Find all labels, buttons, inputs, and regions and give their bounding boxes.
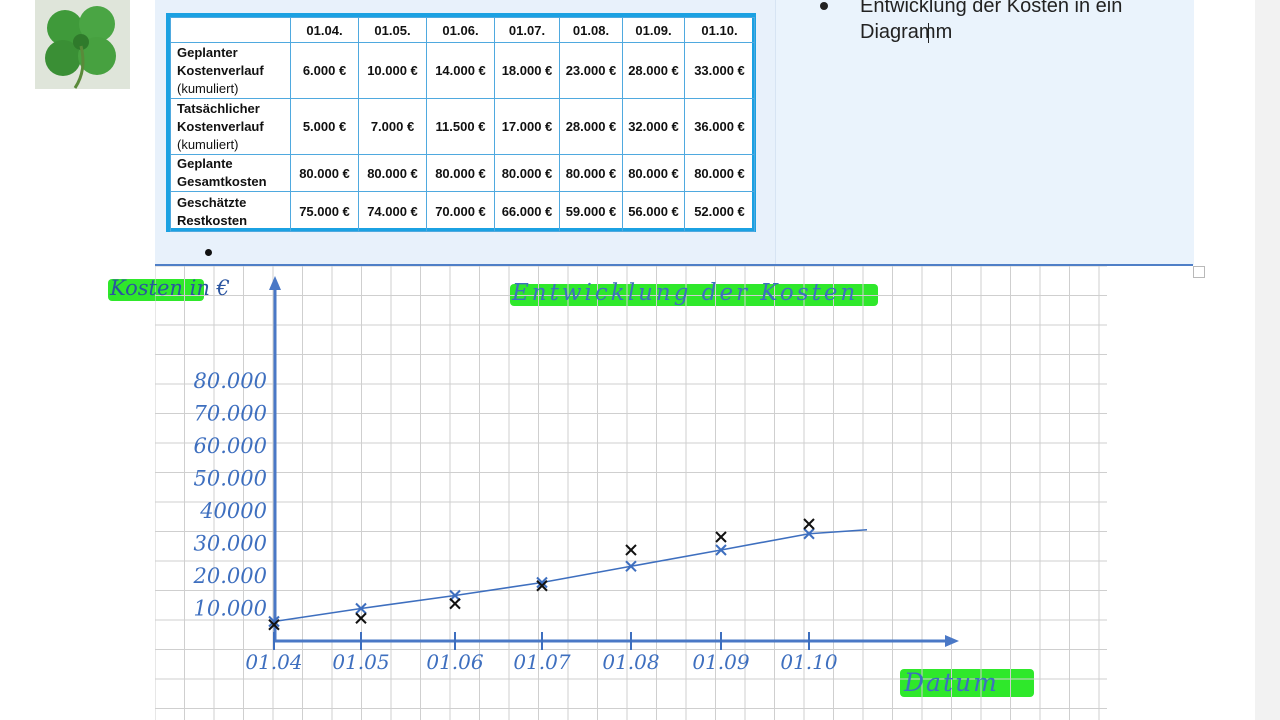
cost-table: 01.04. 01.05. 01.06. 01.07. 01.08. 01.09… <box>166 13 756 232</box>
chart-xlabel: Datum <box>904 668 999 697</box>
chart-title: Entwicklung der Kosten <box>512 280 859 306</box>
y-tick-label: 20.000 <box>193 564 267 588</box>
y-tick-label: 40000 <box>199 499 267 523</box>
x-tick-label: 01.09 <box>692 650 750 674</box>
y-tick-label: 70.000 <box>194 402 267 426</box>
table-row: Geplanter Kostenverlauf (kumuliert) 6.000… <box>170 42 755 99</box>
table-cell: 80.000 € <box>290 154 359 192</box>
text-cursor <box>928 22 930 43</box>
y-tick-label: 80.000 <box>194 369 267 393</box>
table-header-date: 01.07. <box>494 17 560 43</box>
y-axis-arrow <box>269 276 281 290</box>
resize-handle[interactable] <box>1193 266 1205 278</box>
table-cell: 80.000 € <box>684 154 755 192</box>
row-label: Geschätzte Restkosten <box>170 191 291 232</box>
task-bullet-line-1: Entwicklung der Kosten in ein <box>860 0 1123 17</box>
table-header-date: 01.09. <box>622 17 685 43</box>
table-cell: 28.000 € <box>622 42 685 99</box>
table-cell: 80.000 € <box>426 154 495 192</box>
table-cell: 7.000 € <box>358 98 427 155</box>
chart-ylabel: Kosten in € <box>110 276 230 300</box>
table-cell: 66.000 € <box>494 191 560 232</box>
table-cell: 6.000 € <box>290 42 359 99</box>
y-tick-label: 50.000 <box>194 467 267 491</box>
table-cell: 80.000 € <box>494 154 560 192</box>
table-cell: 17.000 € <box>494 98 560 155</box>
table-row: Geplante Gesamtkosten 80.000 € 80.000 € … <box>170 154 755 192</box>
y-tick-label: 30.000 <box>194 532 267 556</box>
table-header-date: 01.06. <box>426 17 495 43</box>
table-cell: 32.000 € <box>622 98 685 155</box>
table-cell: 11.500 € <box>426 98 495 155</box>
table-cell: 59.000 € <box>559 191 623 232</box>
x-tick-label: 01.08 <box>602 650 659 674</box>
table-cell: 28.000 € <box>559 98 623 155</box>
table-cell: 80.000 € <box>622 154 685 192</box>
row-label: Tatsächlicher Kostenverlauf (kumuliert) <box>170 98 291 155</box>
table-cell: 80.000 € <box>559 154 623 192</box>
clover-image <box>35 0 130 89</box>
table-row: Tatsächlicher Kostenverlauf (kumuliert) 5… <box>170 98 755 155</box>
table-header-date: 01.10. <box>684 17 755 43</box>
table-cell: 80.000 € <box>358 154 427 192</box>
x-tick-label: 01.05 <box>332 650 389 674</box>
row-label: Geplanter Kostenverlauf (kumuliert) <box>170 42 291 99</box>
table-cell: 23.000 € <box>559 42 623 99</box>
y-tick-label: 60.000 <box>194 434 267 458</box>
table-cell: 75.000 € <box>290 191 359 232</box>
x-tick-label: 01.04 <box>245 650 302 674</box>
bullet-icon <box>820 2 828 10</box>
table-header-date: 01.05. <box>358 17 427 43</box>
row-label: Geplante Gesamtkosten <box>170 154 291 192</box>
table-corner-cell <box>170 17 291 43</box>
table-row: Geschätzte Restkosten 75.000 € 74.000 € … <box>170 191 755 232</box>
y-tick-label: 10.000 <box>194 597 267 621</box>
task-bullet-line-2: Diagramm <box>860 21 953 43</box>
table-header-date: 01.08. <box>559 17 623 43</box>
empty-bullet-icon <box>205 249 212 256</box>
table-cell: 18.000 € <box>494 42 560 99</box>
page-right-margin <box>1255 0 1280 720</box>
table-cell: 56.000 € <box>622 191 685 232</box>
x-tick-label: 01.10 <box>780 650 838 674</box>
x-tick-label: 01.06 <box>426 650 484 674</box>
table-cell: 36.000 € <box>684 98 755 155</box>
table-header-date: 01.04. <box>290 17 359 43</box>
table-cell: 10.000 € <box>358 42 427 99</box>
table-cell: 52.000 € <box>684 191 755 232</box>
page-left-margin <box>0 0 155 720</box>
task-bullet-text: Entwicklung der Kosten in ein Diagramm <box>860 0 1122 45</box>
table-cell: 5.000 € <box>290 98 359 155</box>
table-cell: 74.000 € <box>358 191 427 232</box>
chart-svg: 10.000 20.000 30.000 40000 50.000 60.000 70.00… <box>155 266 1107 720</box>
table-cell: 33.000 € <box>684 42 755 99</box>
table-cell: 70.000 € <box>426 191 495 232</box>
table-header-row: 01.04. 01.05. 01.06. 01.07. 01.08. 01.09… <box>170 17 755 43</box>
graph-paper-chart: 10.000 20.000 30.000 40000 50.000 60.000 70.00… <box>155 266 1107 720</box>
table-cell: 14.000 € <box>426 42 495 99</box>
x-tick-label: 01.07 <box>513 650 571 674</box>
